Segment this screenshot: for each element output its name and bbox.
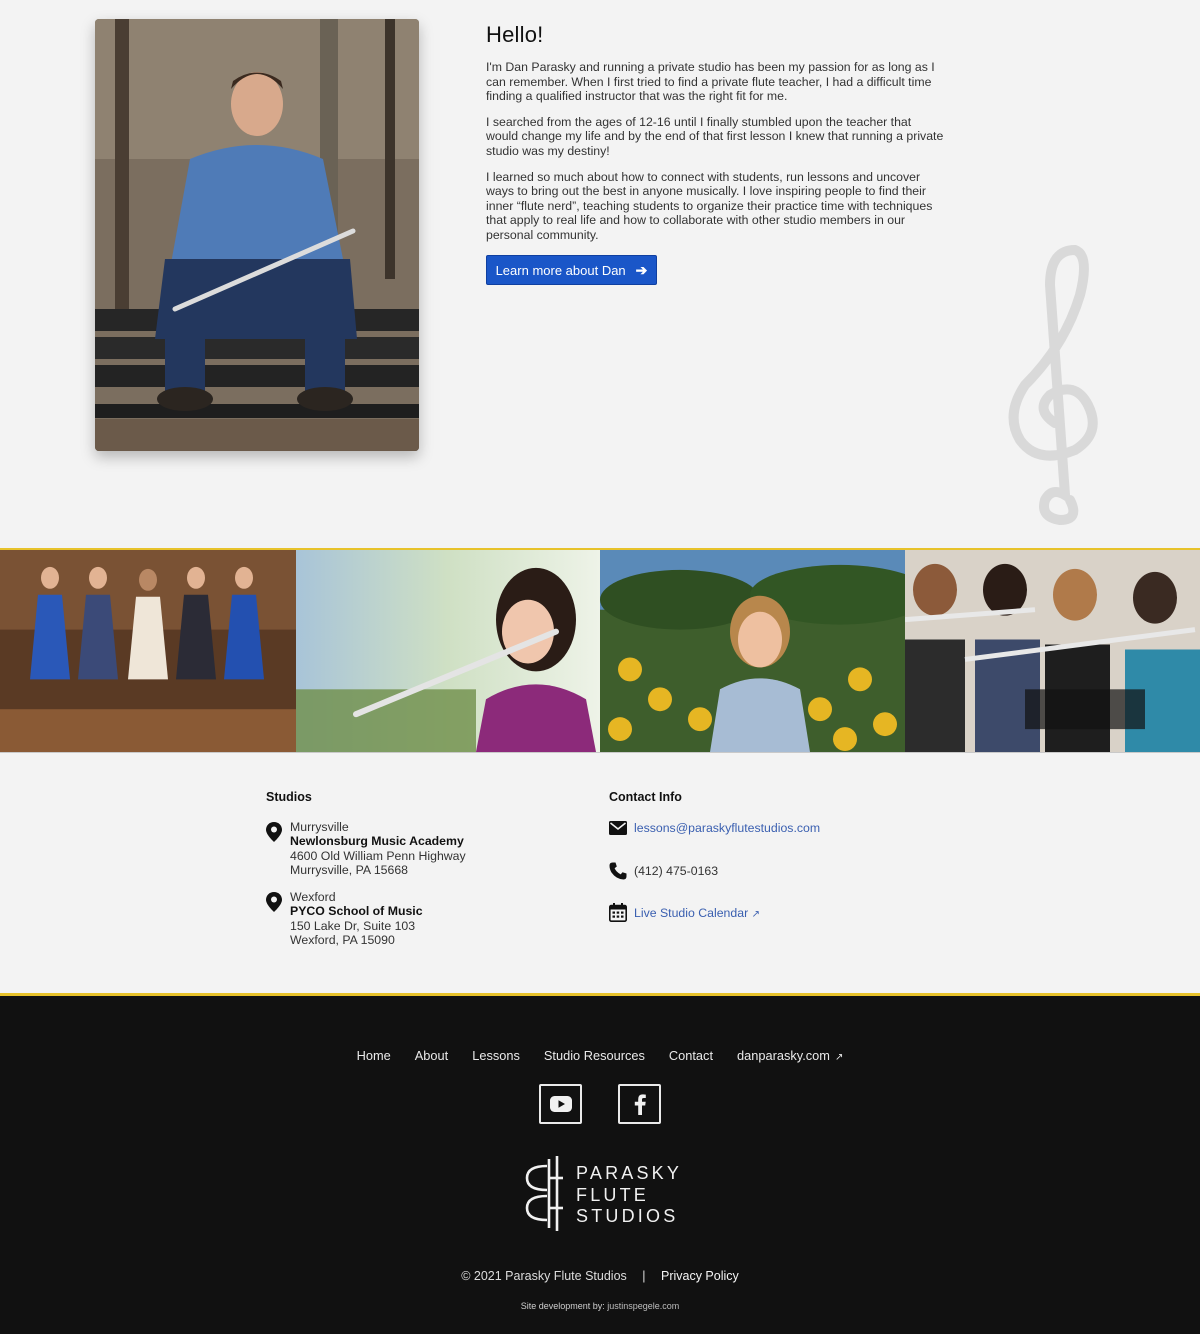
intro-heading: Hello! (486, 22, 544, 47)
studio-city-state: Murrysville, PA 15668 (290, 862, 409, 877)
calendar-icon (609, 903, 627, 922)
footer-nav: Home About Lessons Studio Resources Cont… (0, 1048, 1200, 1063)
calendar-link[interactable]: Live Studio Calendar ↗ (634, 906, 760, 920)
studios-heading: Studios (266, 790, 312, 804)
footer-nav-danparasky-label: danparasky.com (737, 1048, 830, 1063)
studio-location-wexford: Wexford PYCO School of Music 150 Lake Dr… (266, 890, 423, 947)
external-link-icon: ↗ (834, 1052, 844, 1063)
footer-nav-about[interactable]: About (415, 1048, 448, 1063)
group-photo (0, 550, 296, 752)
contact-calendar-row: Live Studio Calendar ↗ (609, 903, 760, 922)
facebook-button[interactable] (618, 1084, 661, 1124)
studio-address-block: Murrysville Newlonsburg Music Academy 46… (290, 820, 466, 877)
copyright-line: © 2021 Parasky Flute Studios | Privacy P… (0, 1269, 1200, 1283)
footer-nav-danparasky[interactable]: danparasky.com ↗ (737, 1048, 843, 1063)
portrait-photo (95, 19, 419, 451)
calendar-label: Live Studio Calendar (634, 905, 749, 920)
intro-text: Hello! I'm Dan Parasky and running a pri… (486, 22, 946, 254)
footer-nav-studio-resources[interactable]: Studio Resources (544, 1048, 645, 1063)
dev-credit-label: Site development by: (520, 1301, 605, 1311)
studio-city: Murrysville (290, 820, 349, 834)
intro-paragraph: I'm Dan Parasky and running a private st… (486, 60, 935, 104)
envelope-icon (609, 821, 627, 835)
map-pin-icon (266, 822, 282, 842)
copyright-text: © 2021 Parasky Flute Studios (461, 1269, 627, 1283)
youtube-icon (549, 1096, 572, 1112)
studio-name: Newlonsburg Music Academy (290, 834, 464, 849)
footer-logo-text: PARASKY FLUTE STUDIOS (576, 1163, 682, 1228)
intro-paragraph: I learned so much about how to connect w… (486, 169, 933, 242)
sunflower-field-photo (600, 550, 905, 752)
flutist-portrait-photo (296, 550, 600, 752)
info-section: Studios Murrysville Newlonsburg Music Ac… (0, 754, 1200, 994)
treble-clef-decoration (880, 245, 1105, 525)
footer-logo: PARASKY FLUTE STUDIOS (523, 1156, 683, 1231)
studio-city: Wexford (290, 890, 336, 904)
dev-credit-link[interactable]: justinspegele.com (607, 1301, 679, 1311)
footer-nav-home[interactable]: Home (357, 1048, 391, 1063)
site-development-credit: Site development by: justinspegele.com (0, 1301, 1200, 1311)
map-pin-icon (266, 892, 282, 912)
social-links (0, 1084, 1200, 1124)
youtube-button[interactable] (539, 1084, 582, 1124)
privacy-policy-link[interactable]: Privacy Policy (661, 1269, 739, 1283)
arrow-right-icon: ➔ (635, 261, 648, 278)
studio-name: PYCO School of Music (290, 904, 423, 919)
studio-street: 150 Lake Dr, Suite 103 (290, 918, 416, 933)
external-link-icon: ↗ (751, 908, 760, 920)
copyright-separator: | (642, 1269, 646, 1283)
studio-city-state: Wexford, PA 15090 (290, 932, 395, 947)
site-footer: Home About Lessons Studio Resources Cont… (0, 993, 1200, 1334)
phone-icon (609, 862, 627, 880)
studio-location-murrysville: Murrysville Newlonsburg Music Academy 46… (266, 820, 466, 877)
studios-column: Studios Murrysville Newlonsburg Music Ac… (266, 790, 566, 947)
studio-street: 4600 Old William Penn Highway (290, 848, 466, 863)
footer-nav-lessons[interactable]: Lessons (472, 1048, 520, 1063)
about-section: Hello! I'm Dan Parasky and running a pri… (0, 0, 1200, 548)
logo-line: FLUTE (576, 1184, 650, 1205)
contact-phone-row: (412) 475-0163 (609, 862, 718, 880)
contact-heading: Contact Info (609, 790, 682, 804)
email-link[interactable]: lessons@paraskyflutestudios.com (634, 821, 820, 835)
flute-ensemble-photo (905, 550, 1200, 752)
studio-address-block: Wexford PYCO School of Music 150 Lake Dr… (290, 890, 423, 947)
logo-line: STUDIOS (576, 1206, 679, 1227)
contact-email-row: lessons@paraskyflutestudios.com (609, 821, 820, 835)
flute-logo-icon (525, 1156, 563, 1231)
logo-line: PARASKY (576, 1163, 683, 1183)
learn-more-button[interactable]: Learn more about Dan ➔ (486, 255, 657, 285)
footer-nav-contact[interactable]: Contact (669, 1048, 713, 1063)
contact-column: Contact Info lessons@paraskyflutestudios… (609, 790, 909, 922)
photo-strip (0, 548, 1200, 753)
intro-paragraph: I searched from the ages of 12-16 until … (486, 114, 944, 158)
facebook-icon (634, 1094, 646, 1115)
learn-more-label: Learn more about Dan (495, 262, 626, 278)
phone-number: (412) 475-0163 (634, 864, 719, 878)
